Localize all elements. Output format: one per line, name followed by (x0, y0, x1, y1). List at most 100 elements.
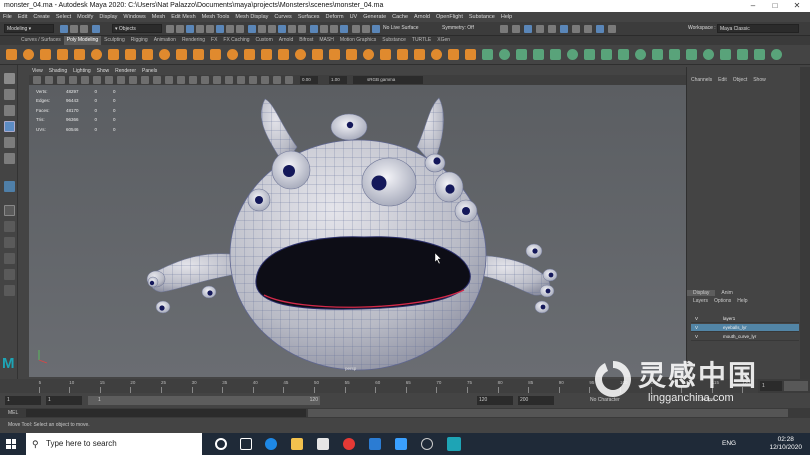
menu-openflight[interactable]: OpenFlight (433, 12, 466, 22)
shelf-tool-icon[interactable] (91, 49, 102, 60)
scale-tool-icon[interactable] (4, 153, 15, 164)
menu-curves[interactable]: Curves (271, 12, 294, 22)
shelf-tool-icon[interactable] (6, 49, 17, 60)
menu-generate[interactable]: Generate (360, 12, 389, 22)
menu-edit-mesh[interactable]: Edit Mesh (168, 12, 198, 22)
store-icon[interactable] (317, 438, 329, 450)
panel-tool-icon[interactable] (45, 76, 53, 84)
file-explorer-icon[interactable] (291, 438, 303, 450)
clock[interactable]: 02:28 12/10/2020 (769, 436, 802, 452)
panel-tool-icon[interactable] (129, 76, 137, 84)
panel-tool-icon[interactable] (141, 76, 149, 84)
paint-select-icon[interactable] (4, 105, 15, 116)
panel-tool-icon[interactable] (285, 76, 293, 84)
shelf-tool-icon[interactable] (635, 49, 646, 60)
layer-tab-display[interactable]: Display (687, 290, 716, 296)
close-button[interactable]: ✕ (786, 0, 808, 12)
panel-menu-shading[interactable]: Shading (46, 67, 70, 75)
shelf-tab-animation[interactable]: Animation (151, 36, 179, 45)
shelf-tab-curves-surfaces[interactable]: Curves / Surfaces (18, 36, 64, 45)
status-tool-icon[interactable] (258, 25, 266, 33)
monster-model[interactable] (29, 85, 686, 377)
status-tool-icon[interactable] (248, 25, 256, 33)
status-tool-icon[interactable] (310, 25, 318, 33)
panel-tool-icon[interactable] (261, 76, 269, 84)
status-tool-icon[interactable] (372, 25, 380, 33)
layer-tab-anim[interactable]: Anim (715, 290, 738, 296)
status-tool-icon[interactable] (352, 25, 360, 33)
status-tool-icon[interactable] (524, 25, 532, 33)
shelf-tool-icon[interactable] (295, 49, 306, 60)
menu-mesh-display[interactable]: Mesh Display (232, 12, 271, 22)
symmetry-label[interactable]: Symmetry: Off (440, 24, 488, 33)
channel-box-tab-edit[interactable]: Edit (718, 77, 727, 83)
side-tab-strip[interactable] (800, 67, 810, 379)
shelf-tool-icon[interactable] (448, 49, 459, 60)
status-tool-icon[interactable] (268, 25, 276, 33)
shelf-tool-icon[interactable] (686, 49, 697, 60)
status-tool-icon[interactable] (572, 25, 580, 33)
status-tool-icon[interactable] (278, 25, 286, 33)
shelf-tool-icon[interactable] (23, 49, 34, 60)
menu-modify[interactable]: Modify (74, 12, 96, 22)
minimize-button[interactable]: – (742, 0, 764, 12)
anim-end-field[interactable]: 200 (518, 396, 554, 405)
layer-row[interactable]: Vmouth_curve_lyr (691, 333, 799, 341)
taskbar-search-input[interactable]: ⚲ Type here to search (26, 433, 202, 455)
live-surface-label[interactable]: No Live Surface (381, 24, 429, 33)
layer-visibility-toggle[interactable]: V (695, 315, 698, 323)
shelf-tool-icon[interactable] (125, 49, 136, 60)
panel-tool-icon[interactable] (249, 76, 257, 84)
shelf-tool-icon[interactable] (618, 49, 629, 60)
shelf-tool-icon[interactable] (397, 49, 408, 60)
panel-tool-icon[interactable] (225, 76, 233, 84)
shelf-tool-icon[interactable] (567, 49, 578, 60)
status-tool-icon[interactable] (80, 25, 88, 33)
chrome-icon[interactable] (343, 438, 355, 450)
layer-visibility-toggle[interactable]: V (695, 324, 698, 332)
single-perspective-layout-icon[interactable] (4, 205, 15, 216)
shelf-tool-icon[interactable] (771, 49, 782, 60)
status-tool-icon[interactable] (298, 25, 306, 33)
shelf-tool-icon[interactable] (516, 49, 527, 60)
lasso-tool-icon[interactable] (4, 89, 15, 100)
range-start-field[interactable]: 1 (46, 396, 82, 405)
gamma-field[interactable]: 1.00 (329, 76, 347, 84)
shelf-tab-fx[interactable]: FX (208, 36, 220, 45)
edge-icon[interactable] (265, 438, 277, 450)
menu-edit[interactable]: Edit (15, 12, 30, 22)
persp-outliner-layout-icon[interactable] (4, 237, 15, 248)
shelf-tool-icon[interactable] (652, 49, 663, 60)
calculator-icon[interactable] (395, 438, 407, 450)
shelf-tool-icon[interactable] (584, 49, 595, 60)
layer-row[interactable]: Vlayer1 (691, 315, 799, 323)
shelf-tool-icon[interactable] (142, 49, 153, 60)
status-tool-icon[interactable] (320, 25, 328, 33)
shelf-tool-icon[interactable] (669, 49, 680, 60)
status-tool-icon[interactable] (70, 25, 78, 33)
channel-box-tab-show[interactable]: Show (753, 77, 766, 83)
shelf-tool-icon[interactable] (193, 49, 204, 60)
shelf-tool-icon[interactable] (465, 49, 476, 60)
shelf-tool-icon[interactable] (499, 49, 510, 60)
shelf-tab-arnold[interactable]: Arnold (276, 36, 296, 45)
menu-substance[interactable]: Substance (466, 12, 498, 22)
shelf-tab-turtle[interactable]: TURTLE (409, 36, 434, 45)
start-frame-field[interactable]: 1 (5, 396, 41, 405)
shelf-tool-icon[interactable] (737, 49, 748, 60)
status-tool-icon[interactable] (176, 25, 184, 33)
panel-tool-icon[interactable] (105, 76, 113, 84)
obs-icon[interactable] (421, 438, 433, 450)
shelf-tool-icon[interactable] (210, 49, 221, 60)
status-tool-icon[interactable] (500, 25, 508, 33)
selection-mask-dropdown[interactable]: ▾ Objects (112, 24, 162, 33)
shelf-tab-fx-caching[interactable]: FX Caching (220, 36, 252, 45)
shelf-tool-icon[interactable] (380, 49, 391, 60)
layer-row[interactable]: Veyeballs_lyr (691, 324, 799, 332)
panel-tool-icon[interactable] (33, 76, 41, 84)
perspective-viewport[interactable]: Verts: 48297 0 0 Edges: 96443 0 0 Faces: 48170 0 0 T… (29, 85, 686, 377)
panel-tool-icon[interactable] (189, 76, 197, 84)
menu-select[interactable]: Select (53, 12, 74, 22)
status-tool-icon[interactable] (340, 25, 348, 33)
status-tool-icon[interactable] (92, 25, 100, 33)
